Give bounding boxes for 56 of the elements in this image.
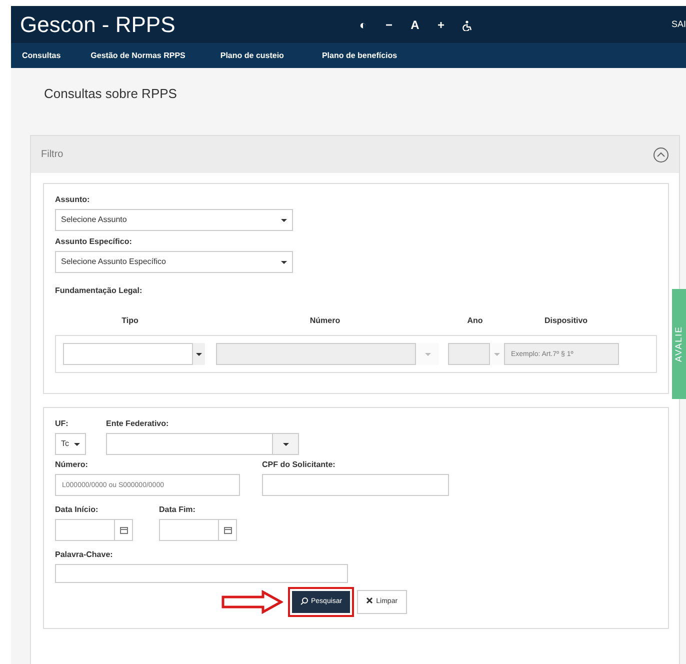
toolbar-button[interactable]: + [428,16,454,34]
select-value: Selecione Assunto [61,214,127,226]
field-label: Palavra-Chave: [55,549,114,561]
column-header: Tipo [120,315,140,327]
select-field[interactable]: Tc [55,433,86,455]
column-header: Dispositivo [543,315,589,327]
column-header: Número [308,315,342,327]
field-label: Fundamentação Legal: [55,285,144,297]
caret-icon [196,352,202,356]
calendar-icon [224,526,232,534]
select-field[interactable]: Selecione Assunto Específico [55,251,293,273]
toolbar-button[interactable]: − [376,16,402,34]
calendar-button[interactable] [219,519,237,541]
caret-icon [281,218,287,222]
accessibility-icon [462,20,472,31]
caret-icon [424,352,430,356]
menu-item[interactable]: Gestão de Normas RPPS [90,50,186,62]
input-field[interactable] [262,474,449,496]
calendar-icon [120,526,128,534]
field-label: Assunto Específico: [55,236,133,248]
dropdown-addon[interactable] [193,343,205,365]
menu-item[interactable]: Plano de benefícios [322,50,398,62]
toolbar-button[interactable]: ◐ [350,16,376,34]
select-value: Selecione Assunto Específico [61,256,166,268]
caret-icon [494,352,500,356]
calendar-button[interactable] [115,519,133,541]
field-label: Ente Federativo: [106,418,170,430]
field-label: Assunto: [55,194,91,206]
menu-item[interactable]: Plano de custeio [220,50,284,62]
field-label: UF: [55,418,70,430]
input-field[interactable] [55,564,348,583]
close-icon [366,597,374,604]
caret-icon [74,442,80,446]
search-icon [300,596,308,605]
collapse-icon[interactable] [653,146,669,162]
date-field[interactable] [55,519,115,541]
panel-title: Filtro [41,148,64,162]
page-title: Consultas sobre RPPS [43,85,178,103]
select-field[interactable] [63,343,193,365]
menu-item[interactable]: Consultas [22,50,61,62]
date-field[interactable] [159,519,219,541]
select-field[interactable]: Selecione Assunto [55,209,293,231]
field-label: Data Fim: [159,504,196,516]
input-field[interactable] [106,433,273,455]
app-title: Gescon - RPPS [20,11,176,39]
panel-header[interactable]: Filtro [31,136,679,173]
field-label: Número: [55,459,89,471]
exit-link[interactable]: SAI [671,18,686,32]
arrow-annotation [221,590,283,614]
select-value: Tc [61,438,69,450]
caret-icon [282,442,288,446]
field-label: CPF do Solicitante: [262,459,336,471]
field-label: Data Início: [55,504,100,516]
column-header: Ano [466,315,484,327]
caret-icon [281,260,287,264]
toolbar-button[interactable]: A [402,16,428,34]
